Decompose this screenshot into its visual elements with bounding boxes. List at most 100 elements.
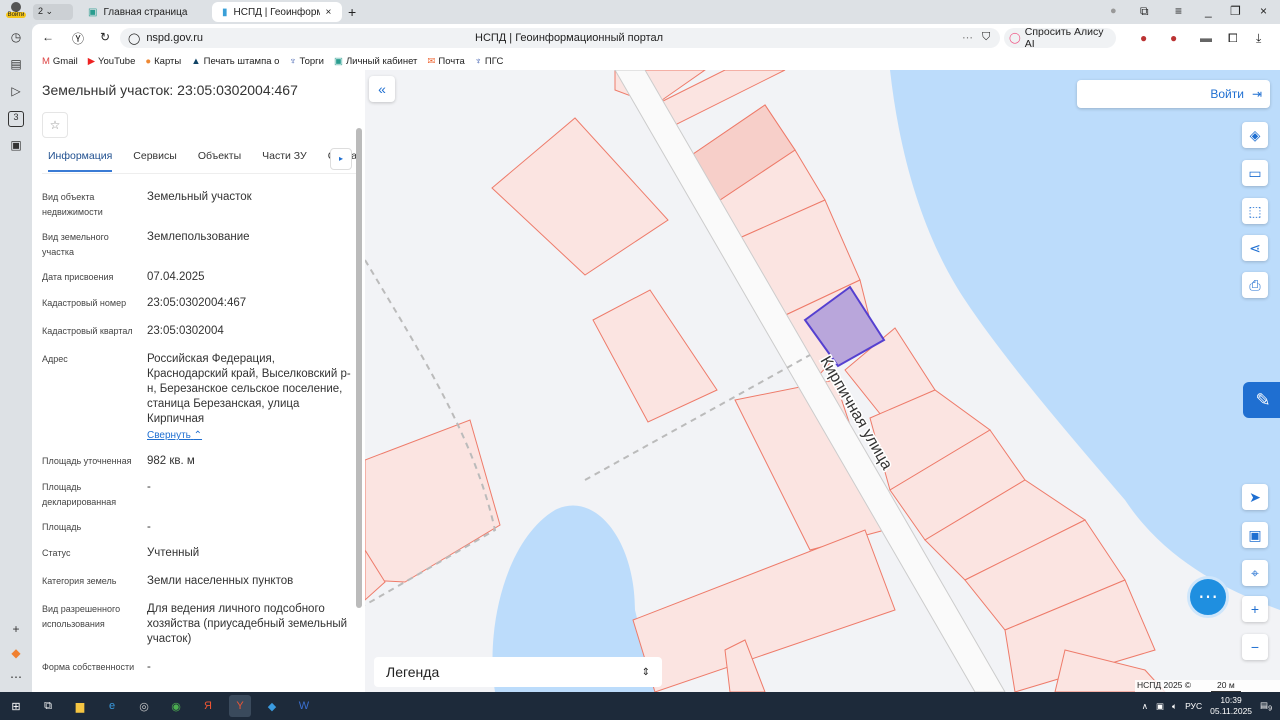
more-icon[interactable]: ⋯ [8,670,24,686]
tab-group-button[interactable]: 2 ⌄ [33,4,73,20]
new-tab-button[interactable]: + [348,4,356,20]
share-icon[interactable]: ⋖ [1242,235,1268,261]
locate-icon[interactable]: ➤ [1242,484,1268,510]
bookmark-stamp[interactable]: ▲ Печать штампа о [191,56,279,67]
tray-up-icon[interactable]: ∧ [1142,701,1148,712]
feedback-button[interactable]: ✎ [1243,382,1280,418]
tab-services[interactable]: Сервисы [133,150,177,172]
add-icon[interactable]: + [8,622,24,638]
notifications-icon[interactable]: ▤9 [1260,700,1272,713]
youtube-icon: ▶ [87,55,96,67]
map-view[interactable]: Кирпичная улица « Войти ⇥ ◈ ▭ ⬚ ⋖ ⎙ ✎ ➤ ▣… [365,70,1280,692]
tab-home[interactable]: ▣ Главная страница [78,2,208,22]
shield-icon: ◯ [128,32,141,45]
tabs-scroll-right-button[interactable]: ▸ [330,148,352,170]
app-icon[interactable]: ◆ [8,646,24,662]
select-area-icon[interactable]: ⬚ [1242,198,1268,224]
map-footer: НСПД 2025 © 20 м [1135,680,1280,692]
zoom-out-button[interactable]: − [1242,634,1268,660]
task-view-icon[interactable]: ⧉ [37,695,59,717]
collections-icon[interactable]: ⧉ [1140,4,1149,19]
collapse-panel-button[interactable]: « [369,76,395,102]
bookmark-cabinet[interactable]: ▣ Личный кабинет [334,56,417,67]
chat-button[interactable]: ⋯ [1187,576,1229,618]
network-icon[interactable]: ▣ [1156,701,1164,712]
site-icon: ▮ [222,6,228,18]
extensions-icon[interactable]: ⧠ [1228,31,1238,46]
app-icon[interactable]: ◆ [261,695,283,717]
close-window-icon[interactable]: × [1260,4,1267,18]
extension-icon[interactable]: ● [1170,31,1177,45]
screen-icon[interactable]: ▣ [8,138,24,154]
restore-icon[interactable]: ❐ [1230,4,1241,18]
map-canvas[interactable]: Кирпичная улица [365,70,1280,692]
field-value: 23:05:0302004:467 [147,297,247,309]
bookmark-torgi[interactable]: ♆ Торги [289,56,324,67]
tab-nspd[interactable]: ▮ НСПД | Геоинформаци × [212,2,342,22]
clock[interactable]: 10:39 05.11.2025 [1210,695,1252,717]
field-label: Форма собственности [42,662,135,672]
bookmark-youtube[interactable]: ▶ YouTube [88,56,136,67]
layers-icon[interactable]: ◈ [1242,122,1268,148]
minimize-icon[interactable]: _ [1205,4,1212,18]
zoom-in-button[interactable]: + [1242,596,1268,622]
tab-info[interactable]: Информация [48,150,113,172]
browser-sidebar: ◷ ▤ ▷ 3 ▣ + ◆ ⋯ [0,24,32,692]
back-icon[interactable]: ← [42,30,54,44]
bookmark-gmail[interactable]: M Gmail [42,56,78,67]
volume-icon[interactable]: 🔈︎ [1172,701,1177,712]
emblem-icon: ♆ [474,55,482,67]
yandex-icon[interactable]: Ⓨ [72,30,84,47]
history-icon[interactable]: ◷ [8,30,24,46]
play-icon[interactable]: ▷ [8,84,24,100]
bookmark-maps[interactable]: ● Карты [145,56,181,67]
field-value: 23:05:0302004 [147,325,224,337]
more-icon[interactable]: ⋯ [962,31,973,44]
login-button[interactable]: Войти ⇥ [1077,80,1270,108]
profile-button[interactable]: Войти [6,2,26,22]
time: 10:39 [1220,695,1242,705]
yandex-icon[interactable]: Я [197,695,219,717]
minimap-icon[interactable]: ▣ [1242,522,1268,548]
favorite-star-icon[interactable]: ☆ [42,112,68,138]
ruler-icon[interactable]: ▭ [1242,160,1268,186]
chevron-up-icon: ⌃ [193,430,203,441]
bookmark-icon[interactable]: ⛉ [982,31,990,44]
panel-scrollbar[interactable] [356,128,362,608]
bookmark-pgs[interactable]: ♆ ПГС [475,56,504,67]
notes-icon[interactable]: ▤ [8,57,24,73]
legend-dropdown[interactable]: Легенда ⇕ [374,657,662,687]
start-icon[interactable]: ⊞ [5,695,27,717]
field-label: Площадь [42,522,82,532]
url-input[interactable]: ◯ nspd.gov.ru НСПД | Геоинформационный п… [120,28,1000,48]
download-icon[interactable]: ⤓ [1256,31,1261,46]
chrome-icon[interactable]: ◉ [165,695,187,717]
tab-objects[interactable]: Объекты [198,150,241,172]
field-value: - [147,481,151,493]
reload-icon[interactable]: ↻ [100,30,110,44]
yandex-browser-icon[interactable]: Y [229,695,251,717]
ie-icon[interactable]: e [101,695,123,717]
user-icon[interactable]: ● [1110,5,1117,17]
tab-parts[interactable]: Части ЗУ [262,150,307,172]
word-icon[interactable]: W [293,695,315,717]
extension-icon[interactable]: ▬ [1200,31,1212,45]
tab-count: 2 [38,6,44,16]
extension-icon[interactable]: ● [1140,31,1147,45]
explorer-icon[interactable]: ▆ [69,695,91,717]
bookmark-mail[interactable]: ✉ Почта [427,56,464,67]
alice-button[interactable]: ◯ Спросить Алису AI [1004,26,1116,50]
bookmark-label: Карты [154,55,182,67]
language-indicator[interactable]: РУС [1185,701,1202,711]
panel-tabs: Информация Сервисы Объекты Части ЗУ Сост… [48,150,357,172]
field-label: Площадь декларированная [42,482,117,507]
menu-icon[interactable]: ≡ [1175,4,1182,18]
badge-icon[interactable]: 3 [8,111,24,127]
close-tab-icon[interactable]: × [326,7,332,18]
print-icon[interactable]: ⎙ [1242,272,1268,298]
geo-pin-icon[interactable]: ⌖ [1242,560,1268,586]
login-label: Войти [1210,87,1244,101]
collapse-link[interactable]: Свернуть ⌃ [147,430,202,441]
app-icon[interactable]: ◎ [133,695,155,717]
page-title-text: НСПД | Геоинформационный портал [475,32,664,44]
